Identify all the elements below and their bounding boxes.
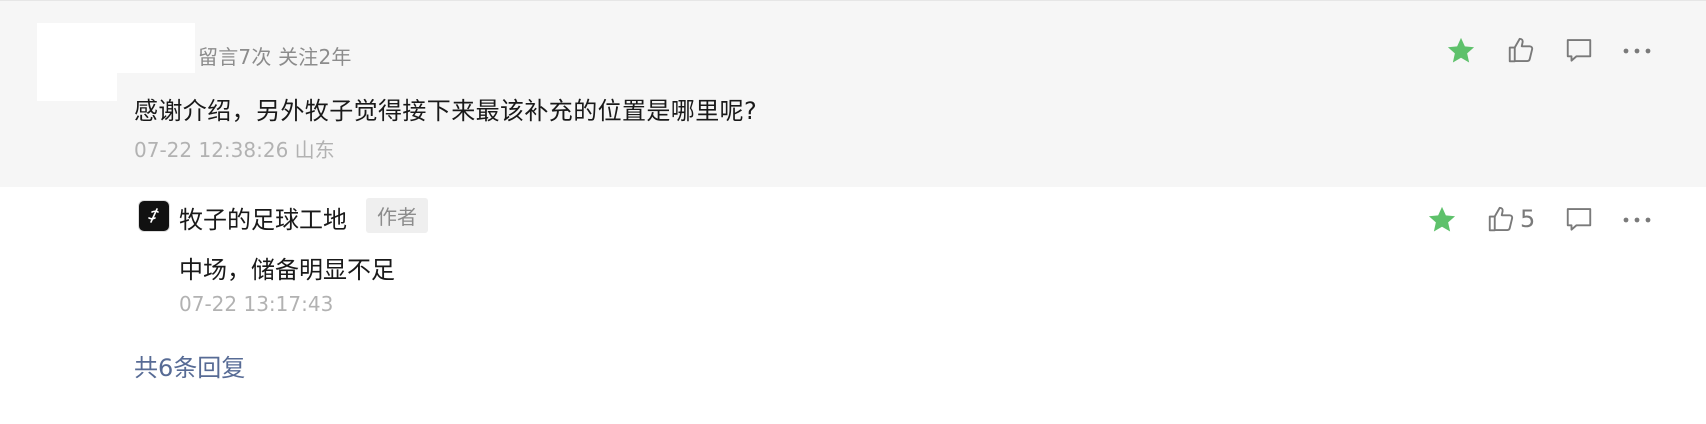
author-reply: 牧子的足球工地 作者 中场，储备明显不足 07-22 13:17:43 5	[134, 194, 1674, 324]
reply-actions: 5	[1426, 204, 1666, 238]
more-icon	[1623, 48, 1651, 54]
view-more-replies-link[interactable]: 共6条回复	[134, 348, 245, 383]
comment-timestamp: 07-22 12:38:26 山东	[134, 138, 335, 162]
thumbs-up-icon	[1488, 206, 1514, 232]
reply-button[interactable]	[1564, 35, 1594, 65]
more-button[interactable]	[1620, 41, 1654, 61]
star-icon	[1447, 37, 1475, 63]
user-comment: 留言7次 关注2年 感谢介绍，另外牧子觉得接下来最该补充的位置是哪里呢? 07-…	[0, 1, 1706, 187]
star-icon	[1428, 206, 1456, 232]
like-button[interactable]	[1506, 35, 1536, 65]
star-button[interactable]	[1445, 35, 1477, 67]
pen-logo-icon	[148, 208, 159, 223]
author-badge: 作者	[366, 198, 428, 233]
comment-meta: 留言7次 关注2年	[198, 45, 352, 69]
like-count: 5	[1520, 205, 1536, 233]
more-button[interactable]	[1620, 210, 1654, 230]
comment-icon	[1566, 39, 1592, 62]
more-icon	[1623, 217, 1651, 223]
star-button[interactable]	[1426, 204, 1458, 236]
thumbs-up-icon	[1508, 37, 1534, 63]
like-button[interactable]: 5	[1486, 204, 1535, 234]
reply-button[interactable]	[1564, 204, 1594, 234]
reply-timestamp: 07-22 13:17:43	[179, 292, 334, 316]
comment-icon	[1566, 208, 1592, 231]
comment-actions	[1440, 35, 1660, 69]
comment-text: 感谢介绍，另外牧子觉得接下来最该补充的位置是哪里呢?	[134, 97, 758, 125]
avatar[interactable]	[37, 23, 195, 101]
author-name[interactable]: 牧子的足球工地	[179, 200, 347, 235]
author-avatar[interactable]	[138, 200, 170, 232]
comment-thread: 留言7次 关注2年 感谢介绍，另外牧子觉得接下来最该补充的位置是哪里呢? 07-…	[0, 0, 1706, 424]
reply-text: 中场，储备明显不足	[179, 256, 395, 284]
